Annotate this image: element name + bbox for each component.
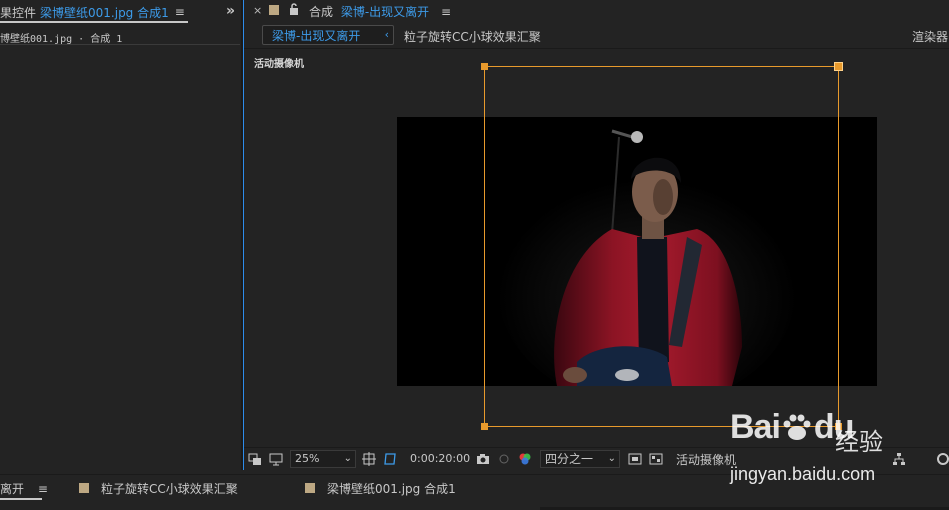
composition-panel: × 合成 梁博-出现又离开 ≡ 梁博-出现又离开 ‹ 粒子旋转CC小球效果汇聚 … [243,0,949,470]
composition-title: 合成 梁博-出现又离开 ≡ [309,3,451,20]
renderer-label[interactable]: 渲染器 [912,28,948,45]
color-channels-icon[interactable] [518,452,532,466]
resize-handle-bottom-right[interactable] [835,423,842,430]
zoom-select[interactable]: 25% ⌄ [290,450,356,468]
lock-icon[interactable] [289,3,299,15]
tab-label: 梁博-出现又离开 [272,28,361,43]
resolution-value: 四分之一 [545,452,594,466]
camera-label: 活动摄像机 [254,59,304,70]
region-of-interest-icon[interactable] [628,452,642,466]
camera-snapshot-icon[interactable] [476,452,490,466]
tab-label: 离开 [0,482,25,496]
transparency-grid-icon[interactable] [649,452,663,466]
panel-menu-icon[interactable]: ≡ [441,5,451,19]
composition-title-name: 梁博-出现又离开 [340,5,430,19]
divider [0,44,240,45]
panel-menu-icon[interactable]: ≡ [175,5,185,19]
always-preview-icon[interactable] [248,452,262,466]
chevron-down-icon: ⌄ [343,453,352,464]
expand-panels-icon[interactable]: » [226,3,235,19]
composition-header: × 合成 梁博-出现又离开 ≡ [244,0,949,22]
resolution-select[interactable]: 四分之一 ⌄ [540,450,620,468]
current-time-display[interactable]: 0:00:20:00 [410,452,470,465]
tab-effect-controls-layer: 梁博壁纸001.jpg 合成1 [40,5,169,20]
panel-menu-icon[interactable]: ≡ [38,482,48,496]
flowchart-icon[interactable] [892,452,906,466]
active-tab-underline [0,21,188,23]
tab-composition-particles[interactable]: 粒子旋转CC小球效果汇聚 [404,28,541,45]
view-select[interactable]: 活动摄像机 [676,451,736,468]
timeline-tabs-bar: 离开 ≡ 粒子旋转CC小球效果汇聚 梁博壁纸001.jpg 合成1 [0,474,949,510]
divider [244,48,949,49]
effect-controls-panel: 果控件 梁博壁纸001.jpg 合成1 ≡ » 博壁纸001.jpg · 合成 … [0,0,241,470]
chevron-left-icon[interactable]: ‹ [385,28,389,41]
composition-color-swatch [305,483,315,493]
composition-color-swatch [79,483,89,493]
monitor-icon[interactable] [269,452,283,466]
reset-exposure-icon[interactable] [936,452,949,466]
close-icon[interactable]: × [253,4,262,17]
tab-effect-controls-prefix: 果控件 [0,5,37,20]
resize-handle-bottom-left[interactable] [481,423,488,430]
composition-color-swatch [269,5,279,15]
zoom-value: 25% [295,452,320,465]
layer-bounding-box[interactable] [481,62,843,430]
viewer-toolbar: 25% ⌄ 0:00:20:00 四分之一 ⌄ 活动摄像机 [244,447,949,470]
tab-timeline-active[interactable]: 离开 ≡ [0,480,48,497]
composition-title-prefix: 合成 [309,5,334,19]
fit-frame-icon[interactable] [362,452,376,466]
mask-path-visibility-icon[interactable] [383,452,397,466]
chevron-down-icon: ⌄ [607,453,616,464]
tab-composition-active[interactable]: 梁博-出现又离开 ‹ [262,25,394,45]
tab-timeline-wallpaper[interactable]: 梁博壁纸001.jpg 合成1 [327,480,456,497]
resize-handle-top-right[interactable] [834,62,843,71]
resize-handle-top-left[interactable] [481,63,488,70]
tab-timeline-particles[interactable]: 粒子旋转CC小球效果汇聚 [101,480,238,497]
tab-effect-controls[interactable]: 果控件 梁博壁纸001.jpg 合成1 ≡ [0,2,185,22]
composition-tabs: 梁博-出现又离开 ‹ 粒子旋转CC小球效果汇聚 渲染器 [244,24,949,48]
show-snapshot-icon[interactable] [497,452,511,466]
active-tab-underline [0,498,42,500]
effect-controls-layer-path: 博壁纸001.jpg · 合成 1 [0,34,123,45]
